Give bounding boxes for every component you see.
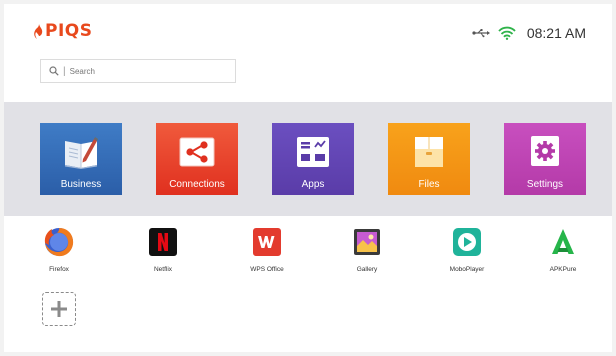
firefox-icon — [44, 228, 74, 257]
flame-icon — [34, 24, 43, 39]
logo-text: PIQS — [45, 21, 93, 41]
wps-office-icon — [253, 228, 281, 256]
folder-icon — [415, 137, 443, 167]
app-gallery[interactable]: Gallery — [332, 226, 402, 273]
app-apkpure[interactable]: APKPure — [528, 226, 598, 273]
share-icon — [179, 137, 215, 167]
netflix-icon — [149, 228, 177, 256]
tile-files[interactable]: Files — [388, 123, 470, 195]
moboplayer-icon — [453, 228, 481, 256]
search-icon — [49, 66, 59, 76]
plus-icon — [51, 301, 67, 317]
search-input[interactable]: | Search — [40, 59, 236, 83]
tile-apps[interactable]: Apps — [272, 123, 354, 195]
add-app-button[interactable] — [42, 292, 76, 326]
app-label: APKPure — [549, 266, 577, 273]
apkpure-icon — [552, 229, 574, 254]
app-firefox[interactable]: Firefox — [24, 226, 94, 273]
app-wps-office[interactable]: WPS Office — [232, 226, 302, 273]
search-separator: | — [63, 65, 66, 77]
usb-icon — [472, 29, 490, 38]
tile-label: Settings — [526, 179, 564, 190]
tile-label: Apps — [301, 179, 325, 190]
gear-icon — [531, 136, 559, 166]
piqs-logo: PIQS — [34, 22, 92, 40]
app-moboplayer[interactable]: MoboPlayer — [432, 226, 502, 273]
app-netflix[interactable]: Netflix — [128, 226, 198, 273]
status-bar: 08:21 AM — [472, 25, 586, 41]
tile-connections[interactable]: Connections — [156, 123, 238, 195]
tile-label: Connections — [169, 179, 225, 190]
tile-business[interactable]: Business — [40, 123, 122, 195]
app-label: MoboPlayer — [449, 266, 485, 273]
apps-grid-icon — [297, 137, 329, 167]
app-label: Netflix — [153, 266, 173, 273]
gallery-icon — [354, 229, 380, 255]
app-label: Firefox — [49, 266, 69, 273]
tile-label: Business — [60, 179, 102, 190]
app-label: WPS Office — [250, 266, 284, 273]
app-label: Gallery — [356, 266, 378, 273]
business-book-icon — [65, 137, 98, 169]
tile-label: Files — [418, 179, 440, 190]
home-screen: PIQS 08:21 AM | Search Business Connecti… — [4, 4, 612, 352]
tile-settings[interactable]: Settings — [504, 123, 586, 195]
category-band: Business Connections Apps Files Settings — [4, 102, 612, 216]
wifi-icon — [498, 26, 516, 40]
clock: 08:21 AM — [526, 25, 586, 41]
search-placeholder: Search — [69, 66, 95, 76]
